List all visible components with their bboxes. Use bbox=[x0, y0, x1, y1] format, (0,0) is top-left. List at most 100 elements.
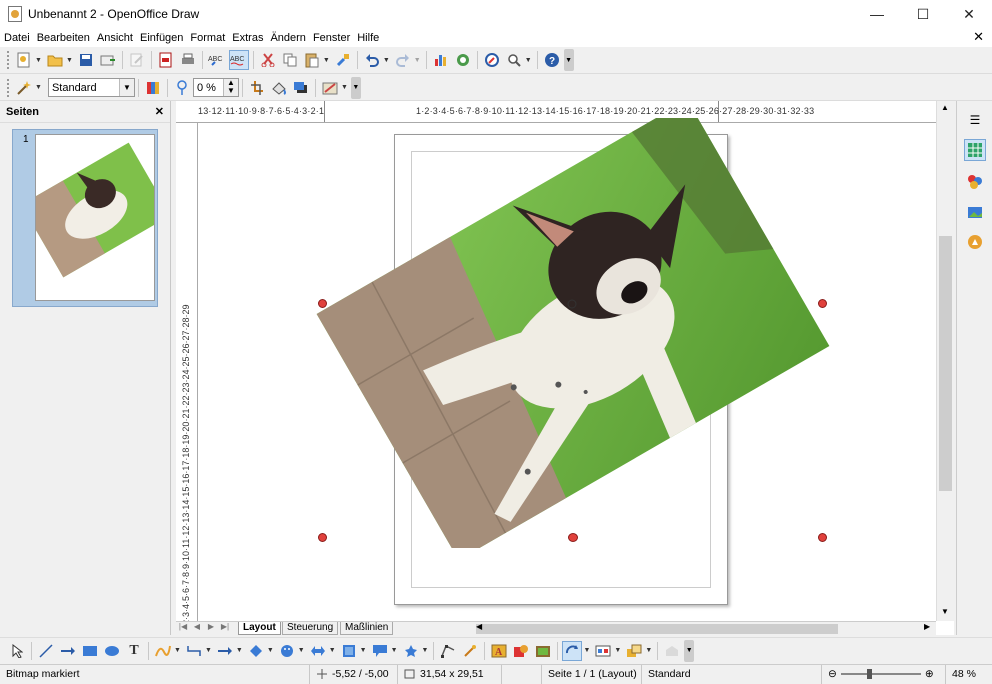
shapes-dropdown-icon[interactable]: ▼ bbox=[267, 647, 274, 654]
filter-dropdown-icon[interactable]: ▼ bbox=[341, 84, 348, 91]
line-icon[interactable] bbox=[36, 641, 56, 661]
edit-file-icon[interactable] bbox=[127, 50, 147, 70]
crop-icon[interactable] bbox=[247, 78, 267, 98]
scroll-left-icon[interactable]: ◀ bbox=[476, 622, 482, 631]
auto-spellcheck-icon[interactable]: ABC bbox=[228, 50, 249, 70]
stars-icon[interactable] bbox=[401, 641, 421, 661]
status-modified[interactable] bbox=[502, 664, 542, 684]
curve-dropdown-icon[interactable]: ▼ bbox=[174, 647, 181, 654]
tab-steuerung[interactable]: Steuerung bbox=[282, 622, 339, 635]
menu-einfuegen[interactable]: Einfügen bbox=[140, 32, 183, 44]
tab-navigation[interactable]: |◀ ◀ ▶ ▶| bbox=[176, 622, 232, 635]
menu-datei[interactable]: Datei bbox=[4, 32, 30, 44]
arrow-line-icon[interactable] bbox=[58, 641, 78, 661]
close-button[interactable]: ✕ bbox=[946, 0, 992, 28]
points-icon[interactable] bbox=[438, 641, 458, 661]
menu-fenster[interactable]: Fenster bbox=[313, 32, 350, 44]
paste-dropdown-icon[interactable]: ▼ bbox=[323, 57, 330, 64]
flowchart-dropdown-icon[interactable]: ▼ bbox=[360, 647, 367, 654]
gallery-icon[interactable] bbox=[453, 50, 473, 70]
cut-icon[interactable] bbox=[258, 50, 278, 70]
selection-handle[interactable] bbox=[818, 533, 827, 542]
scroll-down-icon[interactable]: ▼ bbox=[941, 607, 949, 616]
curve-icon[interactable] bbox=[153, 641, 173, 661]
wand-dropdown-icon[interactable]: ▼ bbox=[35, 84, 42, 91]
zoom-track[interactable] bbox=[840, 669, 921, 679]
redo-dropdown-icon[interactable]: ▼ bbox=[414, 57, 421, 64]
print-icon[interactable] bbox=[178, 50, 198, 70]
magic-wand-icon[interactable] bbox=[14, 78, 34, 98]
selection-handle[interactable] bbox=[568, 533, 578, 542]
lines-arrows-icon[interactable] bbox=[215, 641, 235, 661]
image-icon[interactable] bbox=[533, 641, 553, 661]
zoom-dropdown-icon[interactable]: ▼ bbox=[525, 57, 532, 64]
undo-icon[interactable] bbox=[362, 50, 382, 70]
callouts-icon[interactable] bbox=[370, 641, 390, 661]
spellcheck-icon[interactable]: ABC bbox=[207, 50, 227, 70]
symbol-dropdown-icon[interactable]: ▼ bbox=[298, 647, 305, 654]
chevron-down-icon[interactable]: ▼ bbox=[118, 79, 134, 96]
transparency-icon[interactable] bbox=[172, 78, 192, 98]
vertical-scrollbar[interactable]: ▲ ▼ bbox=[936, 101, 954, 621]
from-file-icon[interactable] bbox=[511, 641, 531, 661]
toolbar-grip[interactable] bbox=[7, 51, 10, 69]
zoom-out-icon[interactable]: ⊖ bbox=[828, 668, 837, 680]
fontwork-icon[interactable]: A bbox=[489, 641, 509, 661]
tab-layout[interactable]: Layout bbox=[238, 622, 281, 635]
flowchart-icon[interactable] bbox=[339, 641, 359, 661]
menu-aendern[interactable]: Ändern bbox=[270, 32, 305, 44]
menu-format[interactable]: Format bbox=[190, 32, 225, 44]
selection-handle[interactable] bbox=[818, 299, 827, 308]
vertical-ruler[interactable]: 1·2·3·4·5·6·7·8·9·10·11·12·13·14·15·16·1… bbox=[176, 123, 198, 621]
toolbar-overflow-icon[interactable]: ▼ bbox=[684, 639, 695, 662]
color-bar-icon[interactable] bbox=[143, 78, 163, 98]
zoom-slider[interactable]: ⊖ ⊕ bbox=[822, 664, 946, 684]
block-arrows-icon[interactable] bbox=[308, 641, 328, 661]
area-fill-icon[interactable] bbox=[269, 78, 289, 98]
chart-icon[interactable] bbox=[431, 50, 451, 70]
rotate-icon[interactable] bbox=[562, 640, 583, 661]
zoom-value[interactable]: 48 % bbox=[946, 665, 982, 684]
alignment-dropdown-icon[interactable]: ▼ bbox=[614, 647, 621, 654]
help-icon[interactable]: ? bbox=[542, 50, 562, 70]
close-document-button[interactable]: ✕ bbox=[973, 29, 984, 45]
page-thumbnail[interactable] bbox=[35, 134, 155, 301]
basic-shapes-icon[interactable] bbox=[246, 641, 266, 661]
rectangle-icon[interactable] bbox=[80, 641, 100, 661]
arrange-icon[interactable] bbox=[624, 641, 644, 661]
open-folder-icon[interactable] bbox=[45, 50, 65, 70]
glue-points-icon[interactable] bbox=[460, 641, 480, 661]
navigator-icon[interactable] bbox=[964, 231, 986, 253]
sidebar-menu-icon[interactable]: ☰ bbox=[964, 109, 986, 131]
connector-icon[interactable] bbox=[184, 641, 204, 661]
export-pdf-icon[interactable] bbox=[156, 50, 176, 70]
clone-formatting-icon[interactable] bbox=[333, 50, 353, 70]
toolbar-overflow-icon[interactable]: ▼ bbox=[563, 49, 574, 71]
menu-bearbeiten[interactable]: Bearbeiten bbox=[37, 32, 90, 44]
properties-icon[interactable] bbox=[964, 139, 986, 161]
styles-icon[interactable] bbox=[964, 171, 986, 193]
stars-dropdown-icon[interactable]: ▼ bbox=[422, 647, 429, 654]
scroll-thumb[interactable] bbox=[939, 236, 952, 491]
block-arrows-dropdown-icon[interactable]: ▼ bbox=[329, 647, 336, 654]
zoom-in-icon[interactable]: ⊕ bbox=[925, 668, 934, 680]
callouts-dropdown-icon[interactable]: ▼ bbox=[391, 647, 398, 654]
toolbar-grip[interactable] bbox=[7, 78, 10, 97]
text-icon[interactable]: T bbox=[124, 641, 144, 661]
ellipse-icon[interactable] bbox=[102, 641, 122, 661]
new-document-icon[interactable] bbox=[14, 50, 34, 70]
copy-icon[interactable] bbox=[280, 50, 300, 70]
menu-extras[interactable]: Extras bbox=[232, 32, 263, 44]
tab-masslinien[interactable]: Maßlinien bbox=[340, 622, 394, 635]
style-combo[interactable]: Standard ▼ bbox=[47, 78, 135, 97]
graphic-filter-icon[interactable] bbox=[320, 78, 340, 98]
scroll-right-icon[interactable]: ▶ bbox=[924, 622, 930, 631]
paste-icon[interactable] bbox=[302, 50, 322, 70]
scroll-up-icon[interactable]: ▲ bbox=[941, 103, 949, 112]
connector-dropdown-icon[interactable]: ▼ bbox=[205, 647, 212, 654]
transparency-spinbox[interactable]: 0 % ▲ ▼ bbox=[192, 78, 239, 97]
selection-handle[interactable] bbox=[318, 299, 327, 308]
menu-ansicht[interactable]: Ansicht bbox=[97, 32, 133, 44]
lines-dropdown-icon[interactable]: ▼ bbox=[236, 647, 243, 654]
selection-handle[interactable] bbox=[318, 533, 327, 542]
